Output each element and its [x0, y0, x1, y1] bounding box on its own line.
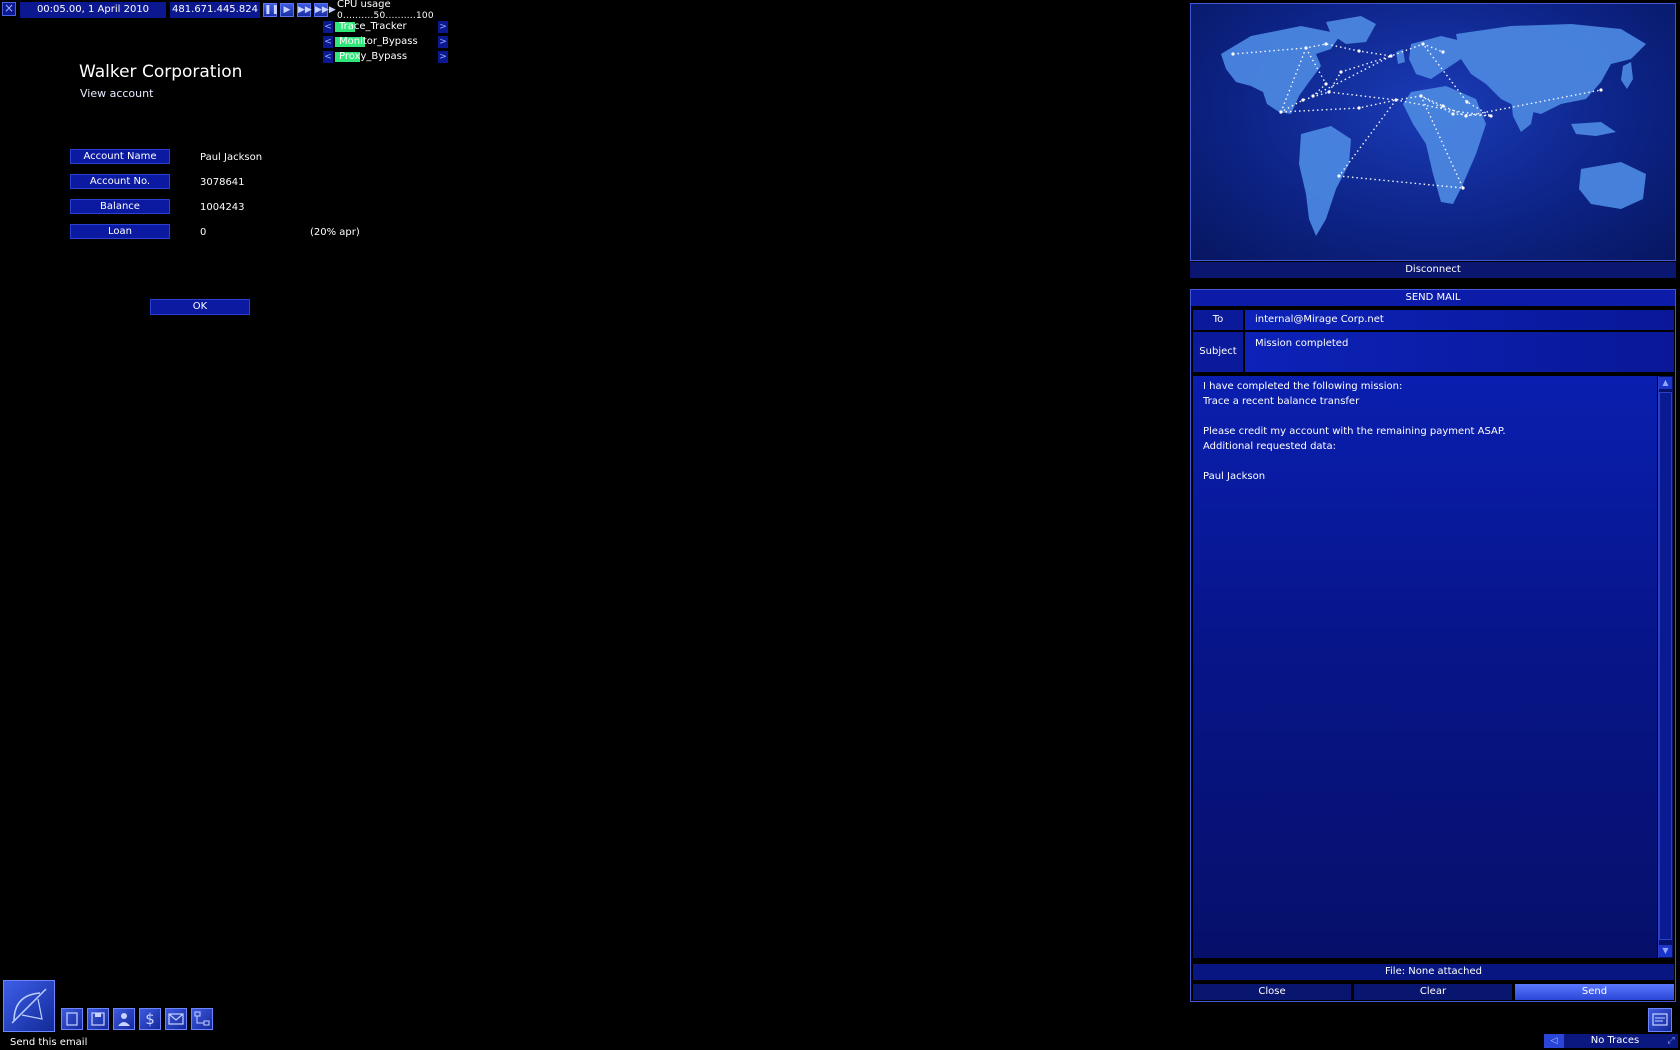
- decrease-cpu-button[interactable]: <: [323, 51, 333, 63]
- account-name-value: Paul Jackson: [200, 152, 263, 163]
- scroll-down-icon[interactable]: ▼: [1659, 945, 1672, 957]
- cpu-usage-title: CPU usage: [337, 0, 391, 10]
- software-icon[interactable]: [61, 1008, 83, 1030]
- trace-status: No Traces: [1590, 1035, 1640, 1046]
- hardware-icon[interactable]: [87, 1008, 109, 1030]
- fastest-icon[interactable]: ▶▶▶: [314, 3, 336, 17]
- connection-analyser-icon[interactable]: [1648, 1008, 1672, 1032]
- scroll-up-icon[interactable]: ▲: [1659, 377, 1672, 389]
- decrease-cpu-button[interactable]: <: [323, 21, 333, 33]
- decrease-cpu-button[interactable]: <: [323, 36, 333, 48]
- computer-icon: [66, 1012, 78, 1026]
- clear-button[interactable]: Clear: [1354, 984, 1512, 1000]
- to-field[interactable]: internal@Mirage Corp.net: [1245, 310, 1674, 330]
- loan-value: 0: [200, 227, 207, 238]
- person-icon: [118, 1013, 130, 1026]
- increase-cpu-button[interactable]: >: [438, 51, 448, 63]
- send-button[interactable]: Send: [1515, 984, 1674, 1000]
- local-ip-address: 481.671.445.824: [170, 2, 260, 18]
- world-map[interactable]: [1190, 3, 1676, 261]
- network-map-icon: [194, 1011, 210, 1026]
- game-clock: 00:05.00, 1 April 2010: [20, 2, 166, 18]
- account-name-label: Account Name: [70, 149, 170, 164]
- close-button[interactable]: Close: [1193, 984, 1351, 1000]
- balance-label: Balance: [70, 199, 170, 214]
- cpu-program-row: < Monitor_Bypass >: [323, 36, 448, 48]
- subject-field[interactable]: Mission completed: [1245, 332, 1674, 372]
- disconnect-button[interactable]: Disconnect: [1190, 262, 1676, 278]
- message-body[interactable]: I have completed the following mission: …: [1193, 376, 1657, 958]
- screen-icon: [1652, 1013, 1668, 1026]
- main-menu-icon[interactable]: [3, 980, 55, 1032]
- disk-icon: [91, 1012, 105, 1026]
- loan-apr-note: (20% apr): [310, 227, 360, 238]
- email-icon[interactable]: [165, 1008, 187, 1030]
- fast-forward-icon[interactable]: ▶▶: [297, 3, 312, 17]
- increase-cpu-button[interactable]: >: [438, 21, 448, 33]
- program-name: Trace_Tracker: [339, 21, 407, 32]
- to-label: To: [1193, 310, 1243, 330]
- loan-label: Loan: [70, 224, 170, 239]
- ok-button[interactable]: OK: [150, 299, 250, 315]
- world-map-graphic: [1221, 16, 1646, 236]
- attachment-status: File: None attached: [1193, 964, 1674, 980]
- close-x-icon[interactable]: ×: [2, 2, 16, 16]
- cpu-usage-scale: 0..........50..........100: [337, 11, 434, 21]
- program-name: Monitor_Bypass: [339, 36, 418, 47]
- cpu-program-row: < Proxy_Bypass >: [323, 51, 448, 63]
- page-subtitle: View account: [80, 87, 154, 100]
- play-icon[interactable]: ▶: [280, 3, 294, 17]
- subject-label: Subject: [1193, 332, 1243, 372]
- network-icon[interactable]: [191, 1008, 213, 1030]
- account-number-value: 3078641: [200, 177, 245, 188]
- speaker-icon[interactable]: ◁: [1544, 1034, 1564, 1048]
- cpu-program-row: < Trace_Tracker >: [323, 21, 448, 33]
- program-name: Proxy_Bypass: [339, 51, 408, 62]
- send-mail-header: SEND MAIL: [1191, 290, 1675, 306]
- expand-icon[interactable]: ⤢: [1664, 1034, 1678, 1048]
- balance-value: 1004243: [200, 202, 245, 213]
- scrollbar-thumb[interactable]: [1659, 392, 1672, 940]
- status-tooltip: Send this email: [10, 1037, 88, 1048]
- envelope-icon: [168, 1013, 184, 1025]
- pause-icon[interactable]: ❚❚: [263, 3, 279, 17]
- finance-icon[interactable]: $: [139, 1008, 161, 1030]
- account-number-label: Account No.: [70, 174, 170, 189]
- page-title: Walker Corporation: [79, 62, 243, 82]
- satellite-dish-icon: [11, 988, 47, 1024]
- personal-icon[interactable]: [113, 1008, 135, 1030]
- increase-cpu-button[interactable]: >: [438, 36, 448, 48]
